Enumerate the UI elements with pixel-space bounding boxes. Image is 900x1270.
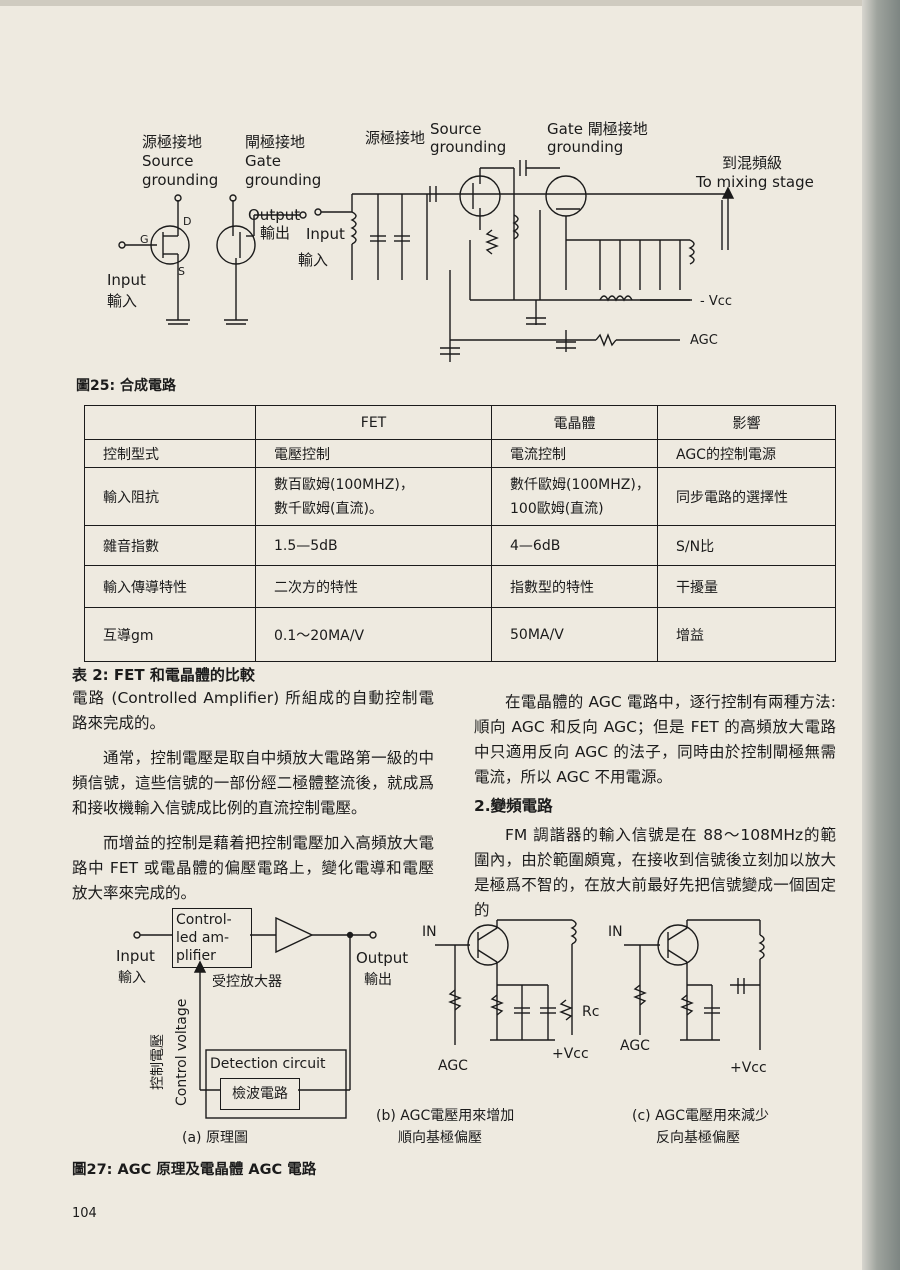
fig27b-subcaption-1: (b) AGC電壓用來增加	[376, 1108, 515, 1124]
controlled-amplifier-block: Control- led am- plifier	[172, 908, 252, 968]
block-label: plifier	[176, 948, 216, 964]
label-control-voltage-cn: 控制電壓	[150, 1034, 166, 1090]
label-input-en: Input	[116, 947, 155, 965]
label-controlled-amp-cn: 受控放大器	[212, 974, 282, 990]
fig27c-subcaption-1: (c) AGC電壓用來減少	[632, 1108, 770, 1124]
fig27b-circuit	[435, 919, 577, 1045]
label-control-voltage-en: Control voltage	[174, 998, 190, 1106]
label-output-cn: 輸出	[364, 972, 392, 988]
fig27c-subcaption-2: 反向基極偏壓	[656, 1130, 740, 1146]
label-in-b: IN	[422, 924, 437, 940]
fig27c-circuit	[624, 919, 765, 1050]
block-label: Control-	[176, 912, 232, 928]
label-rc-b: Rc	[582, 1004, 600, 1020]
label-in-c: IN	[608, 924, 623, 940]
fig27a-subcaption: (a) 原理圖	[182, 1130, 248, 1146]
label-detection-en: Detection circuit	[210, 1056, 326, 1072]
fig27b-subcaption-2: 順向基極偏壓	[398, 1130, 482, 1146]
label-input-cn: 輸入	[118, 970, 146, 986]
block-label: led am-	[176, 930, 230, 946]
label-agc-c: AGC	[620, 1038, 650, 1054]
label-vcc-b: +Vcc	[552, 1046, 589, 1062]
fig27-caption: 圖27: AGC 原理及電晶體 AGC 電路	[72, 1162, 317, 1178]
detection-circuit-block: 檢波電路	[220, 1078, 300, 1110]
fig27-schematics	[133, 916, 765, 1119]
label-vcc-c: +Vcc	[730, 1060, 767, 1076]
page-number: 104	[72, 1206, 97, 1221]
label-agc-b: AGC	[438, 1058, 468, 1074]
label-output-en: Output	[356, 949, 409, 967]
